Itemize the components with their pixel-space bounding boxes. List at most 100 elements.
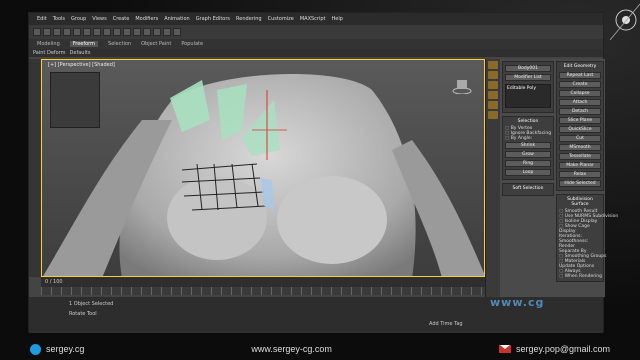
subdivision-title[interactable]: Subdivision Surface: [559, 197, 601, 207]
menu-help[interactable]: Help: [330, 16, 345, 22]
contact-footer: sergey.cg www.sergey-cg.com sergey.pop@g…: [0, 338, 640, 360]
render-setup-icon[interactable]: [163, 28, 171, 36]
snap-icon[interactable]: [123, 28, 131, 36]
create-button[interactable]: Create: [559, 81, 601, 88]
modifier-stack[interactable]: Editable Poly: [505, 84, 551, 108]
by-angle-checkbox[interactable]: By Angle:: [505, 136, 551, 141]
object-rollout: Body001 Modifier List Editable Poly: [502, 61, 554, 113]
track-bar[interactable]: [41, 287, 485, 295]
select-by-name-icon[interactable]: [83, 28, 91, 36]
menu-graph-editors[interactable]: Graph Editors: [194, 16, 232, 22]
mail-icon: [498, 345, 511, 353]
email-contact: sergey.pop@gmail.com: [498, 344, 610, 354]
make-planar-button[interactable]: Make Planar: [559, 162, 601, 169]
website-contact: www.sergey-cg.com: [251, 344, 332, 354]
skype-handle: sergey.cg: [46, 344, 85, 354]
main-toolbar: [29, 25, 603, 39]
motion-tab-icon[interactable]: [488, 91, 498, 99]
redo-icon[interactable]: [43, 28, 51, 36]
edit-geometry-rollout: Edit Geometry Repeat Last Create Collaps…: [556, 61, 604, 191]
menu-modifiers[interactable]: Modifiers: [133, 16, 160, 22]
unlink-icon[interactable]: [63, 28, 71, 36]
ribbon-tabs: Modeling Freeform Selection Object Paint…: [29, 39, 603, 49]
align-icon[interactable]: [143, 28, 151, 36]
object-name-field[interactable]: Body001: [505, 65, 551, 72]
tab-freeform[interactable]: Freeform: [69, 41, 99, 47]
soft-selection-title[interactable]: Soft Selection: [505, 186, 551, 191]
3dsmax-window: Edit Tools Group Views Create Modifiers …: [28, 12, 618, 333]
ring-button[interactable]: Ring: [505, 160, 551, 167]
watermark-logo-icon: www.cg: [490, 296, 545, 309]
link-icon[interactable]: [53, 28, 61, 36]
menu-views[interactable]: Views: [90, 16, 108, 22]
perspective-viewport[interactable]: [+] [Perspective] [Shaded]: [41, 59, 485, 277]
undo-icon[interactable]: [33, 28, 41, 36]
status-selection: 1 Object Selected: [69, 301, 114, 307]
modifier-list-dropdown[interactable]: Modifier List: [505, 74, 551, 81]
rotate-icon[interactable]: [103, 28, 111, 36]
menu-maxscript[interactable]: MAXScript: [298, 16, 328, 22]
edit-geometry-title[interactable]: Edit Geometry: [559, 64, 601, 69]
grow-button[interactable]: Grow: [505, 151, 551, 158]
relax-button[interactable]: Relax: [559, 171, 601, 178]
tech-ornament-icon: [609, 3, 640, 41]
cut-button[interactable]: Cut: [559, 135, 601, 142]
slice-plane-button[interactable]: Slice Plane: [559, 117, 601, 124]
command-panel-column-right: Edit Geometry Repeat Last Create Collaps…: [556, 61, 618, 285]
command-panel-column-left: Body001 Modifier List Editable Poly Sele…: [502, 61, 554, 199]
left-toolstrip: [29, 59, 41, 277]
website-link[interactable]: www.sergey-cg.com: [251, 344, 332, 354]
loop-button[interactable]: Loop: [505, 169, 551, 176]
detach-button[interactable]: Detach: [559, 108, 601, 115]
email-link[interactable]: sergey.pop@gmail.com: [516, 344, 610, 354]
paint-deform-button[interactable]: Paint Deform: [33, 50, 66, 56]
tessellate-button[interactable]: Tessellate: [559, 153, 601, 160]
selection-rollout: Selection By Vertex Ignore Backfacing By…: [502, 116, 554, 180]
time-slider[interactable]: 0 / 100: [41, 277, 485, 287]
tab-populate[interactable]: Populate: [181, 41, 203, 47]
background-frame: Edit Tools Group Views Create Modifiers …: [0, 0, 640, 360]
create-tab-icon[interactable]: [488, 61, 498, 69]
stack-item-editable-poly[interactable]: Editable Poly: [507, 86, 549, 91]
menu-tools[interactable]: Tools: [51, 16, 67, 22]
menu-edit[interactable]: Edit: [35, 16, 49, 22]
menu-group[interactable]: Group: [69, 16, 88, 22]
soft-selection-rollout: Soft Selection: [502, 183, 554, 196]
render-icon[interactable]: [173, 28, 181, 36]
skype-contact: sergey.cg: [30, 343, 85, 355]
mirror-icon[interactable]: [133, 28, 141, 36]
skype-icon: [30, 343, 41, 355]
torso-model: [43, 74, 484, 276]
move-icon[interactable]: [93, 28, 101, 36]
menu-animation[interactable]: Animation: [162, 16, 192, 22]
status-prompt: Rotate Tool: [69, 311, 97, 317]
select-icon[interactable]: [73, 28, 81, 36]
menu-customize[interactable]: Customize: [266, 16, 296, 22]
utilities-tab-icon[interactable]: [488, 111, 498, 119]
material-editor-icon[interactable]: [153, 28, 161, 36]
quickslice-button[interactable]: QuickSlice: [559, 126, 601, 133]
tool-gizmo-panel[interactable]: [50, 72, 100, 128]
hide-selected-button[interactable]: Hide Selected: [559, 180, 601, 187]
frame-counter: 0 / 100: [45, 279, 63, 285]
viewcube-icon[interactable]: [452, 78, 472, 94]
menu-rendering[interactable]: Rendering: [234, 16, 264, 22]
menu-create[interactable]: Create: [111, 16, 132, 22]
defaults-button[interactable]: Defaults: [70, 50, 91, 56]
scale-icon[interactable]: [113, 28, 121, 36]
msmooth-button[interactable]: MSmooth: [559, 144, 601, 151]
selection-title[interactable]: Selection: [505, 119, 551, 124]
menu-bar: Edit Tools Group Views Create Modifiers …: [29, 13, 603, 25]
shrink-button[interactable]: Shrink: [505, 142, 551, 149]
when-rendering-radio[interactable]: When Rendering: [559, 274, 602, 279]
tab-object-paint[interactable]: Object Paint: [141, 41, 171, 47]
hierarchy-tab-icon[interactable]: [488, 81, 498, 89]
attach-button[interactable]: Attach: [559, 99, 601, 106]
repeat-last-button[interactable]: Repeat Last: [559, 72, 601, 79]
modify-tab-icon[interactable]: [488, 71, 498, 79]
collapse-button[interactable]: Collapse: [559, 90, 601, 97]
tab-modeling[interactable]: Modeling: [37, 41, 60, 47]
tab-selection[interactable]: Selection: [108, 41, 131, 47]
display-tab-icon[interactable]: [488, 101, 498, 109]
add-time-tag-button[interactable]: Add Time Tag: [429, 321, 463, 327]
